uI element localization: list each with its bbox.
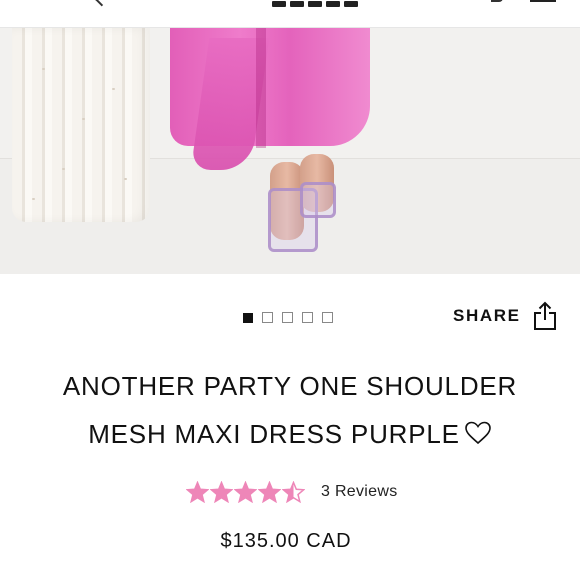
heart-outline-icon[interactable] [464, 421, 492, 445]
star-rating [186, 481, 305, 503]
share-button[interactable]: SHARE [453, 300, 557, 332]
star-icon [210, 481, 233, 503]
carousel-indicators [243, 312, 333, 324]
star-icon [282, 481, 305, 503]
rating-row[interactable]: 3 Reviews [186, 478, 398, 506]
product-title-line-2: MESH MAXI DRESS PURPLE [88, 419, 460, 449]
carousel-dot[interactable] [302, 312, 313, 323]
product-title-line-1: ANOTHER PARTY ONE SHOULDER [62, 371, 518, 401]
product-title: ANOTHER PARTY ONE SHOULDER MESH MAXI DRE… [20, 362, 560, 458]
star-icon [186, 481, 209, 503]
bag-icon[interactable] [491, 0, 503, 2]
pink-dress-hem [170, 28, 370, 170]
product-image[interactable] [0, 28, 580, 274]
product-title-line-2-row: MESH MAXI DRESS PURPLE [20, 410, 560, 458]
product-price: $135.00 CAD [220, 530, 352, 552]
back-chevron-icon[interactable] [94, 0, 108, 7]
star-icon [234, 481, 257, 503]
share-label: SHARE [453, 306, 521, 325]
carousel-dot[interactable] [243, 313, 253, 323]
decor-pillar [12, 28, 150, 222]
top-header [0, 0, 580, 28]
carousel-dot[interactable] [322, 312, 333, 323]
right-clear-heel [300, 182, 336, 218]
carousel-dot[interactable] [262, 312, 273, 323]
carousel-dot[interactable] [282, 312, 293, 323]
brand-logo[interactable] [272, 0, 368, 7]
reviews-link[interactable]: 3 Reviews [321, 483, 398, 501]
star-icon [258, 481, 281, 503]
menu-icon[interactable] [530, 0, 556, 2]
share-upload-icon [533, 301, 556, 330]
